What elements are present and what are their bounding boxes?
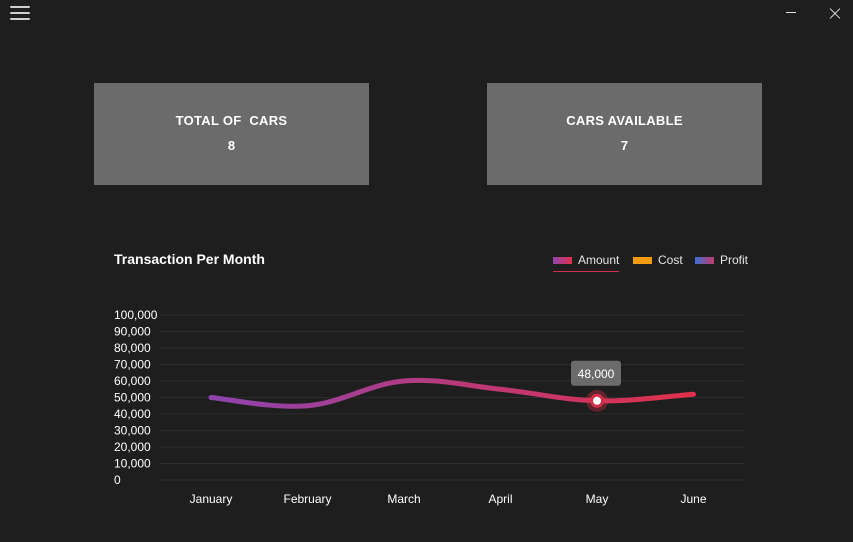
x-tick-label: June (680, 492, 706, 506)
amount-series-line (208, 377, 696, 409)
y-tick-label: 40,000 (114, 407, 151, 421)
x-tick-label: March (387, 492, 420, 506)
y-tick-label: 0 (114, 473, 121, 487)
x-tick-label: February (283, 492, 331, 506)
y-tick-label: 100,000 (114, 308, 158, 322)
highlight-point-center (593, 396, 601, 405)
y-tick-label: 80,000 (114, 341, 151, 355)
x-tick-label: May (586, 492, 609, 506)
x-tick-label: January (190, 492, 233, 506)
tooltip-value: 48,000 (578, 367, 615, 381)
y-tick-label: 10,000 (114, 457, 151, 471)
x-tick-label: April (488, 492, 512, 506)
y-tick-label: 60,000 (114, 374, 151, 388)
transaction-chart: 0 10,000 20,000 30,000 40,000 50,000 60,000 70,… (114, 308, 745, 506)
y-tick-label: 30,000 (114, 424, 151, 438)
y-tick-label: 50,000 (114, 391, 151, 405)
y-tick-label: 20,000 (114, 440, 151, 454)
y-tick-label: 90,000 (114, 325, 151, 339)
y-tick-label: 70,000 (114, 358, 151, 372)
